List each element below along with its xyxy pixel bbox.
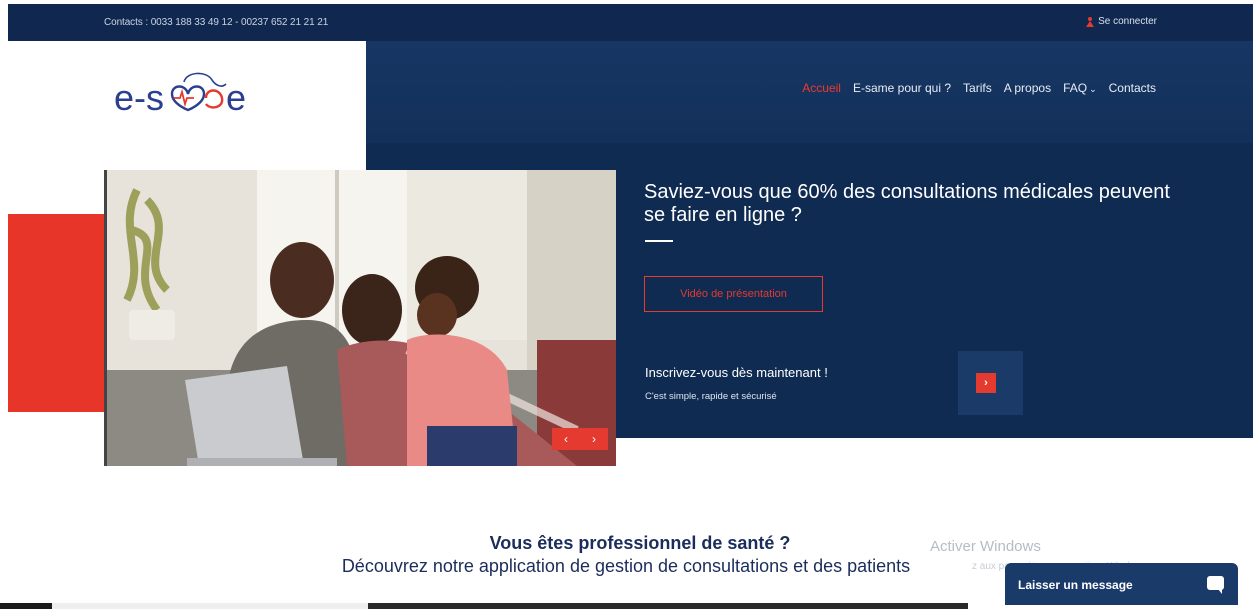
site-logo[interactable]: e-s e [114, 70, 274, 120]
nav-item-contacts[interactable]: Contacts [1109, 81, 1156, 95]
nav-item-faq[interactable]: FAQ ⌄ [1063, 81, 1097, 95]
top-bar: Contacts : 0033 188 33 49 12 - 00237 652… [8, 4, 1253, 41]
chat-bubble-icon [1207, 576, 1224, 594]
signup-subtitle: C'est simple, rapide et sécurisé [645, 391, 777, 402]
decorative-red-block [8, 214, 108, 412]
nav-band: Accueil E-same pour qui ? Tarifs A propo… [366, 41, 1253, 143]
nav-item-a-propos[interactable]: A propos [1004, 81, 1051, 95]
main-nav: Accueil E-same pour qui ? Tarifs A propo… [790, 81, 1156, 95]
slider-prev-icon[interactable]: ‹ [564, 432, 568, 446]
hero-divider [645, 240, 673, 242]
nav-item-esame-pour-qui[interactable]: E-same pour qui ? [853, 81, 951, 95]
bottom-strip [0, 603, 1253, 609]
family-photo-illustration [107, 170, 616, 466]
signup-title: Inscrivez-vous dès maintenant ! [645, 365, 828, 380]
nav-item-tarifs[interactable]: Tarifs [963, 81, 992, 95]
hero-family-photo [104, 170, 616, 466]
page: Contacts : 0033 188 33 49 12 - 00237 652… [0, 0, 1253, 609]
login-label: Se connecter [1098, 16, 1157, 27]
hero-title: Saviez-vous que 60% des consultations mé… [644, 181, 1170, 226]
chat-label: Laisser un message [1018, 578, 1133, 592]
windows-activation-watermark: Activer Windows [930, 538, 1041, 555]
chevron-right-icon[interactable]: › [976, 373, 996, 393]
strip-segment [368, 603, 968, 609]
svg-text:e-s: e-s [114, 77, 164, 118]
signup-arrow-box: › [958, 351, 1023, 415]
section-title: Vous êtes professionnel de santé ? [489, 533, 791, 553]
logo-graphic: e-s e [114, 72, 246, 118]
video-presentation-button[interactable]: Vidéo de présentation [644, 276, 823, 312]
slider-controls: ‹ › [552, 428, 608, 450]
strip-segment [0, 603, 52, 609]
contact-phones: Contacts : 0033 188 33 49 12 - 00237 652… [104, 17, 329, 28]
chevron-down-icon: ⌄ [1089, 84, 1097, 94]
nav-item-accueil[interactable]: Accueil [802, 81, 841, 95]
svg-text:e: e [226, 77, 246, 118]
user-icon [1086, 16, 1095, 27]
strip-segment [52, 603, 368, 609]
nav-faq-label: FAQ [1063, 81, 1088, 95]
chat-widget[interactable]: Laisser un message [1005, 563, 1238, 605]
slider-next-icon[interactable]: › [592, 432, 596, 446]
login-link[interactable]: Se connecter [1086, 16, 1157, 27]
